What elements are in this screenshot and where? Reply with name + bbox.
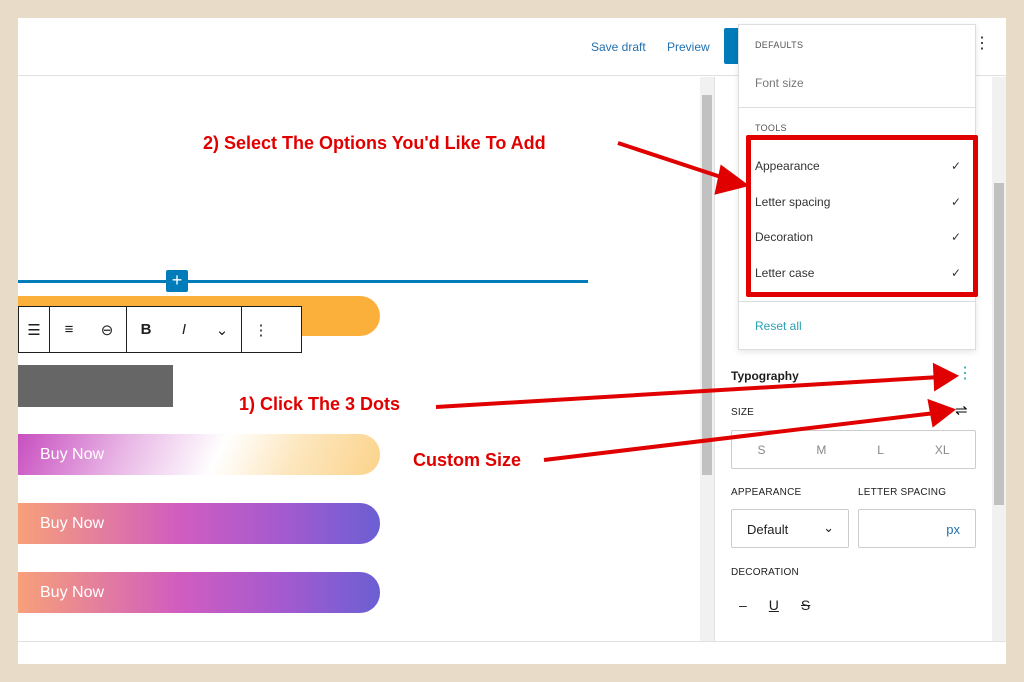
annotation-arrows: [435, 141, 960, 462]
annotation-step2: 2) Select The Options You'd Like To Add: [203, 133, 546, 153]
arrow-step2: [617, 141, 731, 182]
arrow-step1: [435, 375, 941, 409]
annotation-step1: 1) Click The 3 Dots: [239, 394, 401, 414]
arrow-custom: [543, 411, 936, 462]
annotation-custom-size: Custom Size: [413, 450, 522, 470]
